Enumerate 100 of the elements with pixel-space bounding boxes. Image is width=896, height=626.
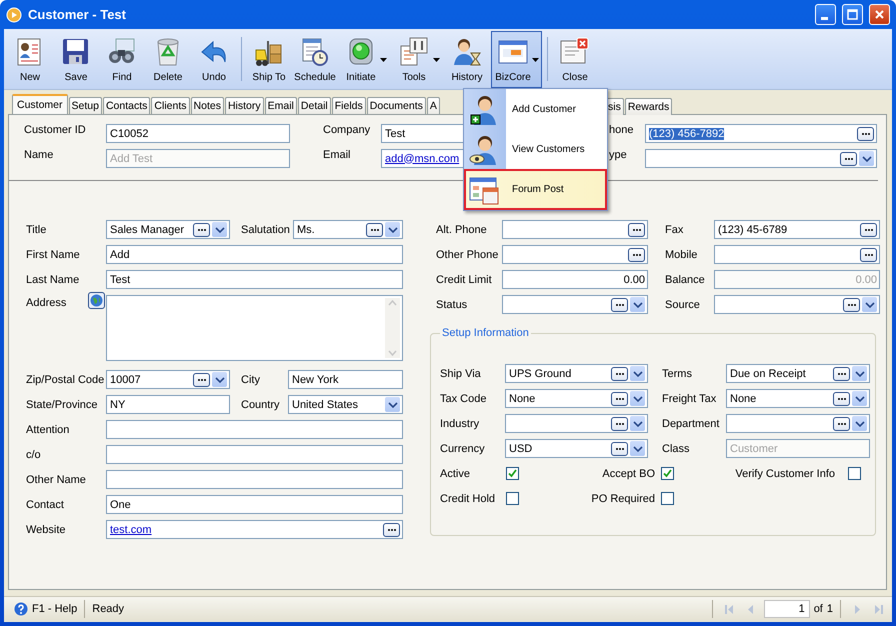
dropdown-button[interactable] — [212, 372, 227, 387]
combo-box[interactable] — [502, 295, 648, 314]
dropdown-button[interactable] — [385, 397, 400, 412]
checkbox[interactable] — [848, 467, 861, 480]
menu-item[interactable]: Add Customer — [464, 89, 607, 129]
dropdown-button[interactable] — [852, 366, 867, 381]
ellipsis-button[interactable] — [833, 392, 850, 406]
ellipsis-button[interactable] — [611, 298, 628, 312]
input-field[interactable] — [106, 420, 403, 439]
toolbar-button[interactable]: Save — [54, 31, 98, 88]
ellipsis-button[interactable] — [366, 222, 383, 236]
input-field[interactable]: One — [106, 495, 403, 514]
lookup-field[interactable] — [502, 220, 648, 239]
checkbox[interactable] — [506, 467, 519, 480]
tab[interactable]: A — [426, 97, 440, 114]
maximize-button[interactable] — [842, 4, 863, 25]
combo-box[interactable] — [505, 414, 648, 433]
lookup-field[interactable] — [714, 245, 880, 264]
tab[interactable]: Documents — [366, 97, 426, 114]
combo-box[interactable]: United States — [288, 395, 403, 414]
input-field[interactable]: 0.00 — [502, 270, 648, 289]
toolbar-button[interactable]: Initiate — [339, 31, 390, 88]
input-field[interactable]: Add — [106, 245, 403, 264]
combo-box[interactable]: Ms. — [292, 220, 403, 239]
tab[interactable]: Customer — [12, 94, 68, 114]
ellipsis-button[interactable] — [840, 152, 857, 166]
combo-box[interactable]: UPS Ground — [505, 364, 648, 383]
ellipsis-button[interactable] — [860, 248, 877, 262]
dropdown-button[interactable] — [630, 366, 645, 381]
globe-button[interactable] — [88, 292, 105, 309]
ellipsis-button[interactable] — [833, 366, 850, 380]
toolbar-button[interactable]: Tools — [392, 31, 443, 88]
toolbar-button[interactable]: Delete — [146, 31, 190, 88]
ellipsis-button[interactable] — [860, 222, 877, 236]
tab[interactable]: Detail — [298, 97, 331, 114]
tab[interactable]: Rewards — [624, 98, 672, 115]
menu-item[interactable]: Forum Post — [464, 169, 607, 210]
toolbar-button[interactable]: Undo — [192, 31, 236, 88]
menu-item[interactable]: View Customers — [464, 129, 607, 169]
input-field[interactable] — [106, 445, 403, 464]
toolbar-button[interactable]: BizCore — [491, 31, 542, 88]
dropdown-button[interactable] — [212, 222, 227, 237]
ellipsis-button[interactable] — [611, 442, 628, 456]
tab[interactable]: Fields — [332, 97, 366, 114]
scrollbar[interactable] — [385, 298, 400, 358]
dropdown-button[interactable] — [859, 151, 874, 166]
lookup-field[interactable] — [502, 245, 648, 264]
tab[interactable]: Clients — [151, 97, 190, 114]
dropdown-button[interactable] — [630, 391, 645, 406]
input-field[interactable]: NY — [106, 395, 230, 414]
toolbar-button[interactable]: Ship To — [247, 31, 291, 88]
dropdown-button[interactable] — [630, 441, 645, 456]
checkbox[interactable] — [661, 467, 674, 480]
toolbar-button[interactable]: New — [8, 31, 52, 88]
ellipsis-button[interactable] — [611, 416, 628, 430]
minimize-button[interactable] — [815, 4, 836, 25]
combo-box[interactable] — [714, 295, 880, 314]
toolbar-button[interactable]: Find — [100, 31, 144, 88]
lookup-field[interactable]: test.com — [106, 520, 403, 539]
page-field[interactable]: 1 — [764, 600, 810, 618]
combo-box[interactable]: Sales Manager — [106, 220, 230, 239]
dropdown-button[interactable] — [852, 391, 867, 406]
combo-box[interactable]: None — [726, 389, 870, 408]
ellipsis-button[interactable] — [843, 298, 860, 312]
ellipsis-button[interactable] — [611, 392, 628, 406]
combo-box[interactable]: USD — [505, 439, 648, 458]
ellipsis-button[interactable] — [611, 366, 628, 380]
combo-box[interactable]: Due on Receipt — [726, 364, 870, 383]
dropdown-button[interactable] — [630, 297, 645, 312]
toolbar-button[interactable]: Schedule — [293, 31, 337, 88]
ellipsis-button[interactable] — [628, 222, 645, 236]
tab[interactable]: Email — [264, 97, 297, 114]
link[interactable]: test.com — [110, 524, 152, 536]
input-field[interactable]: Test — [106, 270, 403, 289]
toolbar-button[interactable]: Close — [553, 31, 597, 88]
dropdown-button[interactable] — [852, 416, 867, 431]
dropdown-button[interactable] — [385, 222, 400, 237]
tab[interactable]: Setup — [68, 97, 102, 114]
ellipsis-button[interactable] — [833, 416, 850, 430]
combo-box[interactable] — [726, 414, 870, 433]
combo-box[interactable]: None — [505, 389, 648, 408]
checkbox[interactable] — [506, 492, 519, 505]
close-button[interactable] — [869, 4, 890, 25]
tab[interactable]: Contacts — [102, 97, 150, 114]
ellipsis-button[interactable] — [383, 522, 400, 536]
combo-box[interactable]: 10007 — [106, 370, 230, 389]
ellipsis-button[interactable] — [857, 126, 874, 140]
link[interactable]: add@msn.com — [385, 152, 460, 164]
tab[interactable]: Notes — [190, 97, 224, 114]
input-field[interactable]: New York — [288, 370, 403, 389]
dropdown-button[interactable] — [862, 297, 877, 312]
toolbar-button[interactable]: History — [445, 31, 489, 88]
ellipsis-button[interactable] — [628, 248, 645, 262]
tab[interactable]: History — [224, 97, 264, 114]
ellipsis-button[interactable] — [193, 372, 210, 386]
input-field[interactable] — [106, 470, 403, 489]
dropdown-button[interactable] — [630, 416, 645, 431]
lookup-field[interactable]: (123) 456-7892 — [645, 124, 877, 143]
input-field[interactable]: C10052 — [106, 124, 290, 143]
checkbox[interactable] — [661, 492, 674, 505]
